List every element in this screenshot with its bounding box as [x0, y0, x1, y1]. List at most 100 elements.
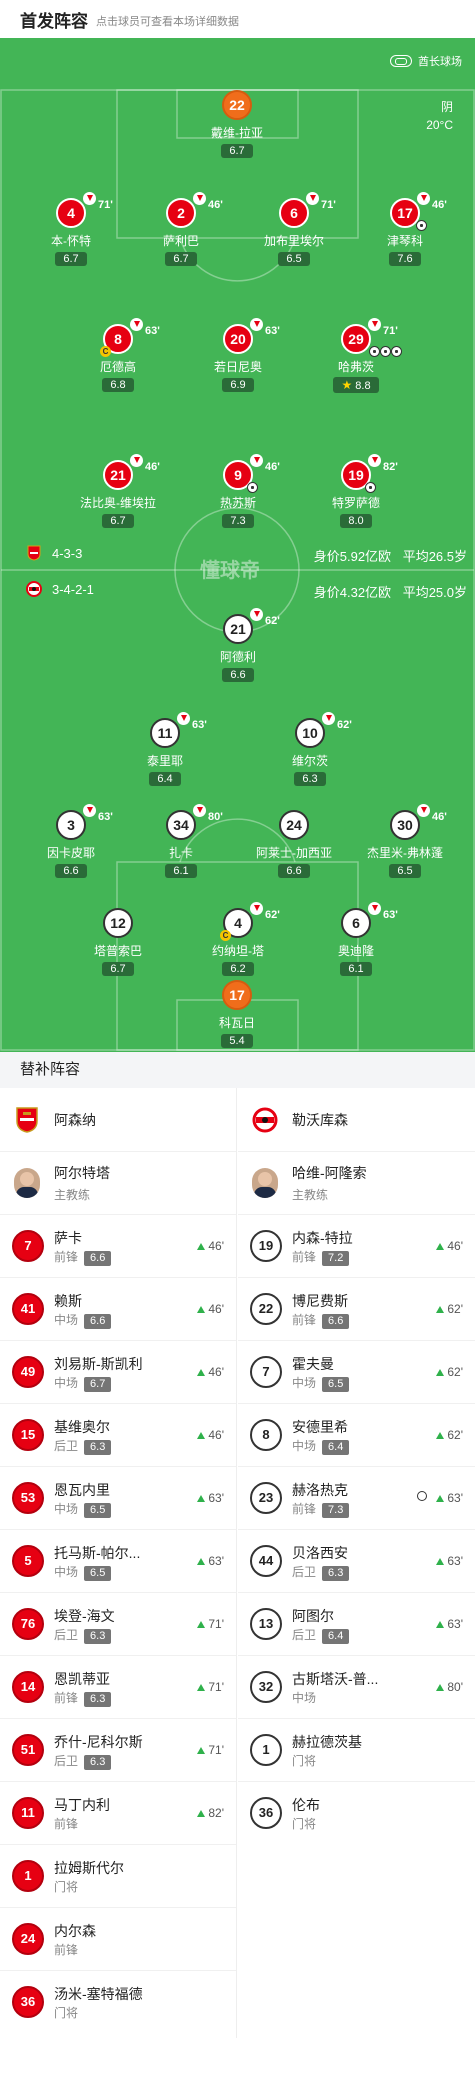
sub-player-row[interactable]: 41 赖斯 中场 6.6 46' — [0, 1277, 236, 1340]
team-row-home[interactable]: 阿森纳 — [0, 1088, 236, 1152]
subs-list-away: 19 内森-特拉 前锋 7.2 46' 22 博尼费斯 前锋 6.6 62' 7 霍夫曼 中场 6.5 62… — [238, 1214, 475, 1844]
player-rating: 6.8 — [102, 378, 134, 392]
ball-icon — [416, 220, 427, 231]
player-rating: 6.7 — [84, 1377, 112, 1392]
sub-player-row[interactable]: 36 伦布 门将 — [238, 1781, 475, 1844]
sub-player-row[interactable]: 19 内森-特拉 前锋 7.2 46' — [238, 1214, 475, 1277]
player-slot[interactable]: 34 80' 扎卡 6.1 — [121, 804, 241, 879]
player-position: 前锋 — [54, 1943, 79, 1957]
player-slot[interactable]: 19 82' 特罗萨德 8.0 — [296, 454, 416, 529]
player-slot[interactable]: 20 63' 若日尼奥 6.9 — [178, 318, 298, 393]
sub-in-time: 63' — [197, 1491, 224, 1505]
sub-in-minute: 62' — [447, 1428, 463, 1442]
sub-out-icon — [193, 804, 206, 817]
player-slot[interactable]: 30 46' 杰里米-弗林蓬 6.5 — [345, 804, 465, 879]
shirt-number-text: 4 — [234, 915, 242, 931]
shirt-number: 11 63' — [150, 712, 207, 748]
sub-in-minute: 71' — [208, 1617, 224, 1631]
sub-player-row[interactable]: 49 刘易斯-斯凯利 中场 6.7 46' — [0, 1340, 236, 1403]
sub-minute: 46' — [208, 199, 223, 211]
venue-name: 酋长球场 — [418, 56, 462, 68]
sub-in-minute: 46' — [208, 1239, 224, 1253]
shirt-number-text: 9 — [234, 467, 242, 483]
coach-row-away[interactable]: 哈维-阿隆索 主教练 — [238, 1152, 475, 1214]
sub-in-minute: 62' — [447, 1365, 463, 1379]
player-slot[interactable]: 4 71' 本-怀特 6.7 — [11, 192, 131, 267]
player-slot[interactable]: 24 阿莱士-加西亚 6.6 — [234, 810, 354, 879]
sub-minute: 71' — [321, 199, 336, 211]
player-name: 本-怀特 — [51, 234, 91, 248]
sub-player-row[interactable]: 36 汤米-塞特福德 门将 — [0, 1970, 236, 2033]
venue: 酋长球场 — [390, 53, 462, 69]
sub-player-row[interactable]: 7 萨卡 前锋 6.6 46' — [0, 1214, 236, 1277]
shirt-number: 53 — [12, 1482, 44, 1514]
away-formation: 3-4-2-1 — [52, 582, 94, 597]
player-name: 若日尼奥 — [213, 360, 262, 374]
player-slot[interactable]: 10 62' 维尔茨 6.3 — [250, 712, 370, 787]
shirt-number: 1 — [250, 1734, 282, 1766]
sub-player-row[interactable]: 76 埃登-海文 后卫 6.3 71' — [0, 1592, 236, 1655]
player-name: 哈弗茨 — [337, 360, 374, 374]
player-rating: 6.7 — [102, 514, 134, 528]
sub-player-row[interactable]: 5 托马斯-帕尔... 中场 6.5 63' — [0, 1529, 236, 1592]
player-slot[interactable]: 22 戴维-拉亚 6.7 — [177, 90, 297, 159]
player-rating: 7.2 — [322, 1251, 350, 1266]
team-name: 阿森纳 — [54, 1111, 96, 1128]
player-slot[interactable]: 2 46' 萨利巴 6.7 — [121, 192, 241, 267]
sub-in-minute: 63' — [447, 1491, 463, 1505]
sub-player-row[interactable]: 7 霍夫曼 中场 6.5 62' — [238, 1340, 475, 1403]
player-slot[interactable]: 17 科瓦日 5.4 — [177, 980, 297, 1049]
player-name: 恩瓦内里 — [54, 1482, 110, 1498]
sub-in-minute: 46' — [208, 1365, 224, 1379]
team-row-away[interactable]: 勒沃库森 — [238, 1088, 475, 1152]
sub-out-icon — [306, 192, 319, 205]
player-name: 汤米-塞特福德 — [54, 1986, 143, 2002]
sub-out-icon — [130, 454, 143, 467]
sub-in-time: 46' — [197, 1428, 224, 1442]
sub-minute: 46' — [432, 811, 447, 823]
player-position: 后卫 — [292, 1565, 317, 1579]
coach-row-home[interactable]: 阿尔特塔 主教练 — [0, 1152, 236, 1214]
arsenal-crest-icon — [16, 1106, 38, 1133]
sub-player-row[interactable]: 8 安德里希 中场 6.4 62' — [238, 1403, 475, 1466]
shirt-number: 21 46' — [103, 454, 160, 490]
player-slot[interactable]: 6 63' 奥迪隆 6.1 — [296, 902, 416, 977]
sub-player-row[interactable]: 1 拉姆斯代尔 门将 — [0, 1844, 236, 1907]
sub-player-row[interactable]: 22 博尼费斯 前锋 6.6 62' — [238, 1277, 475, 1340]
player-slot[interactable]: 4 62' C 约纳坦-塔 6.2 — [178, 902, 298, 977]
sub-player-row[interactable]: 51 乔什-尼科尔斯 后卫 6.3 71' — [0, 1718, 236, 1781]
sub-player-row[interactable]: 13 阿图尔 后卫 6.4 63' — [238, 1592, 475, 1655]
sub-out-icon — [83, 192, 96, 205]
sub-player-row[interactable]: 14 恩凯蒂亚 前锋 6.3 71' — [0, 1655, 236, 1718]
player-position-line: 中场 6.5 — [54, 1500, 112, 1518]
player-slot[interactable]: 11 63' 泰里耶 6.4 — [105, 712, 225, 787]
player-position: 前锋 — [54, 1250, 79, 1264]
sub-player-row[interactable]: 15 基维奥尔 后卫 6.3 46' — [0, 1403, 236, 1466]
sub-player-row[interactable]: 1 赫拉德茨基 门将 — [238, 1718, 475, 1781]
player-slot[interactable]: 21 46' 法比奥-维埃拉 6.7 — [58, 454, 178, 529]
sub-player-row[interactable]: 23 赫洛热克 前锋 7.3 63' — [238, 1466, 475, 1529]
shirt-number: 15 — [12, 1419, 44, 1451]
lineup-title: 首发阵容 — [20, 11, 88, 31]
sub-player-row[interactable]: 53 恩瓦内里中场 6.5 63' — [0, 1466, 236, 1529]
sub-player-row[interactable]: 32 古斯塔沃-普... 中场 80' — [238, 1655, 475, 1718]
player-slot[interactable]: 21 62' 阿德利 6.6 — [178, 608, 298, 683]
subs-title: 替补阵容 — [0, 1052, 475, 1088]
sub-player-row[interactable]: 11 马丁内利 前锋 82' — [0, 1781, 236, 1844]
player-rating: 6.3 — [84, 1629, 112, 1644]
player-slot[interactable]: 6 71' 加布里埃尔 6.5 — [234, 192, 354, 267]
player-slot[interactable]: 17 46' 津琴科 7.6 — [345, 192, 465, 267]
sub-minute: 62' — [265, 615, 280, 627]
player-slot[interactable]: 12 塔普索巴 6.7 — [58, 908, 178, 977]
player-name: 萨卡 — [54, 1230, 82, 1246]
player-name: 萨利巴 — [162, 234, 199, 248]
player-slot[interactable]: 8 63' C 厄德高 6.8 — [58, 318, 178, 393]
sub-minute: 46' — [145, 461, 160, 473]
player-slot[interactable]: 3 63' 因卡皮耶 6.6 — [11, 804, 131, 879]
player-slot[interactable]: 29 71' 哈弗茨 ★ 8.8 — [296, 318, 416, 394]
sub-player-row[interactable]: 44 贝洛西安 后卫 6.3 63' — [238, 1529, 475, 1592]
sub-player-row[interactable]: 24 内尔森 前锋 — [0, 1907, 236, 1970]
shirt-number: 17 46' — [390, 192, 447, 231]
shirt-number: 24 — [279, 810, 309, 840]
player-slot[interactable]: 9 46' 热苏斯 7.3 — [178, 454, 298, 529]
